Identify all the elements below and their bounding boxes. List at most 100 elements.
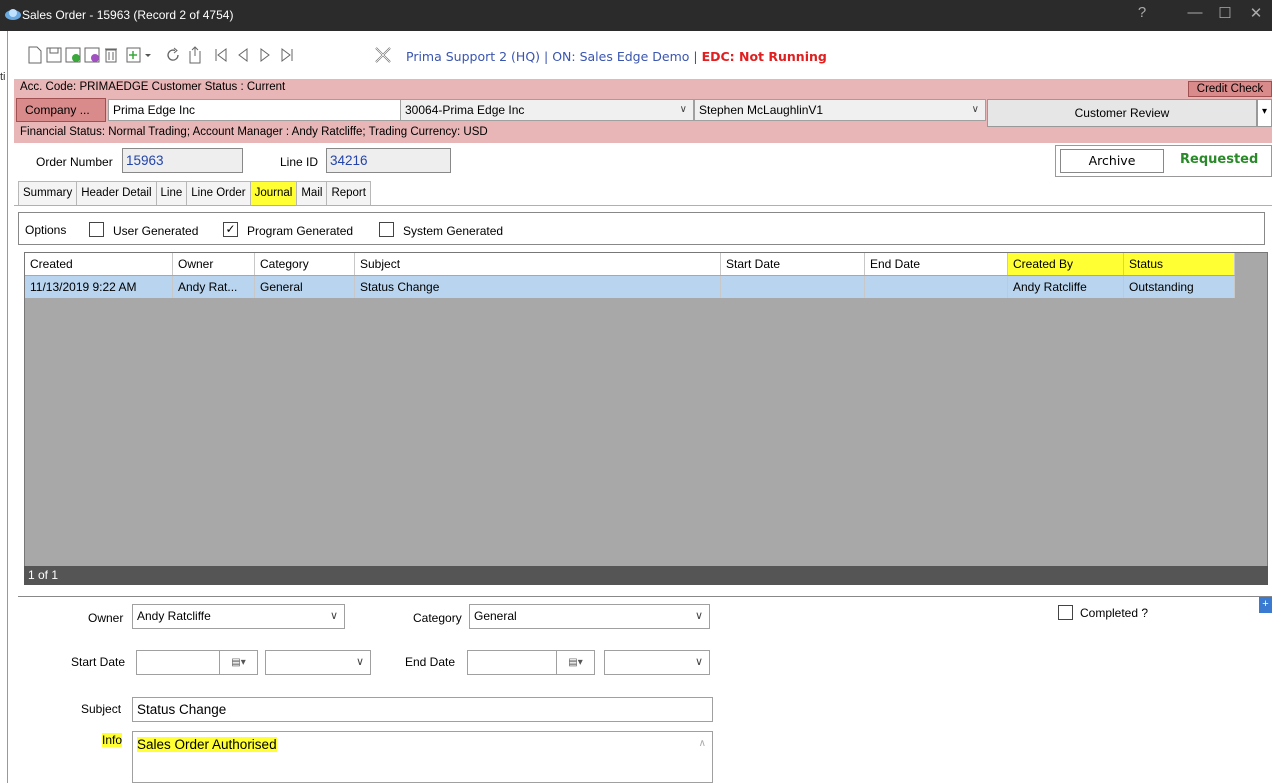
cell-subject: Status Change (355, 276, 721, 298)
user-generated-checkbox[interactable] (89, 222, 104, 237)
column-header-created[interactable]: Created (25, 253, 173, 275)
next-record-icon[interactable] (256, 45, 274, 65)
customer-header: Acc. Code: PRIMAEDGE Customer Status : C… (14, 79, 1272, 143)
options-label: Options (25, 223, 67, 237)
tab-header-detail[interactable]: Header Detail (76, 181, 157, 205)
program-generated-checkbox[interactable]: ✓ (223, 222, 238, 237)
scroll-up-icon[interactable]: ∧ (699, 738, 706, 749)
tab-line-order[interactable]: Line Order (186, 181, 251, 205)
last-record-icon[interactable] (278, 45, 296, 65)
detail-divider (18, 596, 1272, 597)
system-generated-checkbox[interactable] (379, 222, 394, 237)
owner-select[interactable]: Andy Ratcliffe ∨ (132, 604, 345, 629)
background-text-fragment: ti (0, 71, 6, 83)
title-bar: Sales Order - 15963 (Record 2 of 4754) ?… (0, 0, 1272, 31)
add-dropdown-icon[interactable] (126, 45, 154, 65)
cell-owner: Andy Rat... (173, 276, 255, 298)
system-generated-label: System Generated (403, 224, 504, 238)
column-header-category[interactable]: Category (255, 253, 355, 275)
minimize-button[interactable]: — (1185, 4, 1205, 21)
line-id-field[interactable]: 34216 (326, 148, 451, 173)
line-id-value: 34216 (330, 153, 368, 168)
end-date-calendar-icon[interactable]: ▤▾ (557, 650, 595, 675)
column-header-start-date[interactable]: Start Date (721, 253, 865, 275)
cell-start-date (721, 276, 865, 298)
first-record-icon[interactable] (212, 45, 230, 65)
company-button[interactable]: Company ... (16, 98, 106, 122)
chevron-down-icon: ∨ (694, 656, 703, 668)
end-date-field[interactable] (467, 650, 557, 675)
grid-header: Created Owner Category Subject Start Dat… (25, 253, 1235, 275)
financial-status-line: Financial Status: Normal Trading; Accoun… (20, 126, 488, 138)
column-header-subject[interactable]: Subject (355, 253, 721, 275)
export-icon[interactable] (186, 45, 204, 65)
help-button[interactable]: ? (1132, 4, 1152, 21)
owner-label: Owner (88, 611, 124, 625)
close-button[interactable]: ✕ (1246, 4, 1266, 22)
contact-select-value: Stephen McLaughlinV1 (699, 103, 824, 117)
connection-text: Prima Support 2 (HQ) | ON: Sales Edge De… (406, 49, 702, 64)
category-select[interactable]: General ∨ (469, 604, 710, 629)
tab-summary[interactable]: Summary (18, 181, 78, 205)
info-textarea[interactable]: Sales Order Authorised ∧ (132, 731, 713, 783)
customer-review-button[interactable]: Customer Review (987, 99, 1257, 127)
maximize-button[interactable]: ☐ (1215, 4, 1235, 22)
archive-button[interactable]: Archive (1060, 149, 1164, 173)
customer-review-dropdown[interactable]: ▾ (1257, 99, 1272, 127)
delete-icon[interactable] (102, 45, 120, 65)
chevron-down-icon: ∨ (355, 656, 364, 668)
account-select-value: 30064-Prima Edge Inc (405, 103, 525, 117)
column-header-owner[interactable]: Owner (173, 253, 255, 275)
start-date-calendar-icon[interactable]: ▤▾ (220, 650, 258, 675)
subject-value: Status Change (137, 702, 227, 717)
window-title: Sales Order - 15963 (Record 2 of 4754) (22, 8, 234, 22)
tab-bar: Summary Header Detail Line Line Order Jo… (18, 181, 371, 205)
subject-field[interactable]: Status Change (132, 697, 713, 722)
end-time-select[interactable]: ∨ (604, 650, 710, 675)
order-status-box: Archive Requested (1055, 145, 1272, 177)
connection-status: Prima Support 2 (HQ) | ON: Sales Edge De… (406, 49, 827, 64)
column-header-created-by[interactable]: Created By (1008, 253, 1124, 275)
start-date-field[interactable] (136, 650, 220, 675)
program-generated-label: Program Generated (247, 224, 354, 238)
column-header-end-date[interactable]: End Date (865, 253, 1008, 275)
user-generated-label: User Generated (113, 224, 199, 238)
tab-mail[interactable]: Mail (296, 181, 328, 205)
column-header-status[interactable]: Status (1124, 253, 1235, 275)
expand-button[interactable]: + (1259, 597, 1272, 613)
info-value: Sales Order Authorised (137, 737, 277, 752)
save-new-icon[interactable] (64, 45, 82, 65)
contact-select[interactable]: Stephen McLaughlinV1 ∨ (694, 99, 986, 121)
completed-checkbox[interactable] (1058, 605, 1073, 620)
tab-report[interactable]: Report (326, 181, 371, 205)
tab-journal[interactable]: Journal (249, 181, 298, 205)
cell-created: 11/13/2019 9:22 AM (25, 276, 173, 298)
new-icon[interactable] (26, 45, 44, 65)
owner-select-value: Andy Ratcliffe (137, 609, 211, 623)
account-code-line: Acc. Code: PRIMAEDGE Customer Status : C… (20, 81, 286, 93)
category-select-value: General (474, 609, 517, 623)
chevron-down-icon: ∨ (694, 610, 703, 622)
credit-check-button[interactable]: Credit Check (1188, 81, 1272, 97)
end-date-label: End Date (405, 655, 456, 669)
table-row[interactable]: 11/13/2019 9:22 AM Andy Rat... General S… (25, 276, 1235, 298)
company-name-field[interactable]: Prima Edge Inc (108, 99, 414, 121)
save-close-icon[interactable] (83, 45, 101, 65)
save-icon[interactable] (45, 45, 63, 65)
background-window-strip: ti (0, 31, 8, 783)
tools-icon[interactable] (374, 45, 392, 65)
start-time-select[interactable]: ∨ (265, 650, 371, 675)
edc-status: EDC: Not Running (701, 49, 827, 64)
order-number-field[interactable]: 15963 (122, 148, 243, 173)
previous-record-icon[interactable] (234, 45, 252, 65)
start-date-label: Start Date (71, 655, 126, 669)
toolbar: Prima Support 2 (HQ) | ON: Sales Edge De… (8, 31, 1272, 81)
tab-line[interactable]: Line (155, 181, 188, 205)
journal-grid: Created Owner Category Subject Start Dat… (24, 252, 1268, 585)
cell-category: General (255, 276, 355, 298)
company-name-value: Prima Edge Inc (113, 103, 196, 117)
chevron-down-icon: ∨ (329, 610, 338, 622)
account-select[interactable]: 30064-Prima Edge Inc ∨ (400, 99, 694, 121)
refresh-icon[interactable] (164, 45, 182, 65)
line-id-label: Line ID (280, 155, 319, 169)
